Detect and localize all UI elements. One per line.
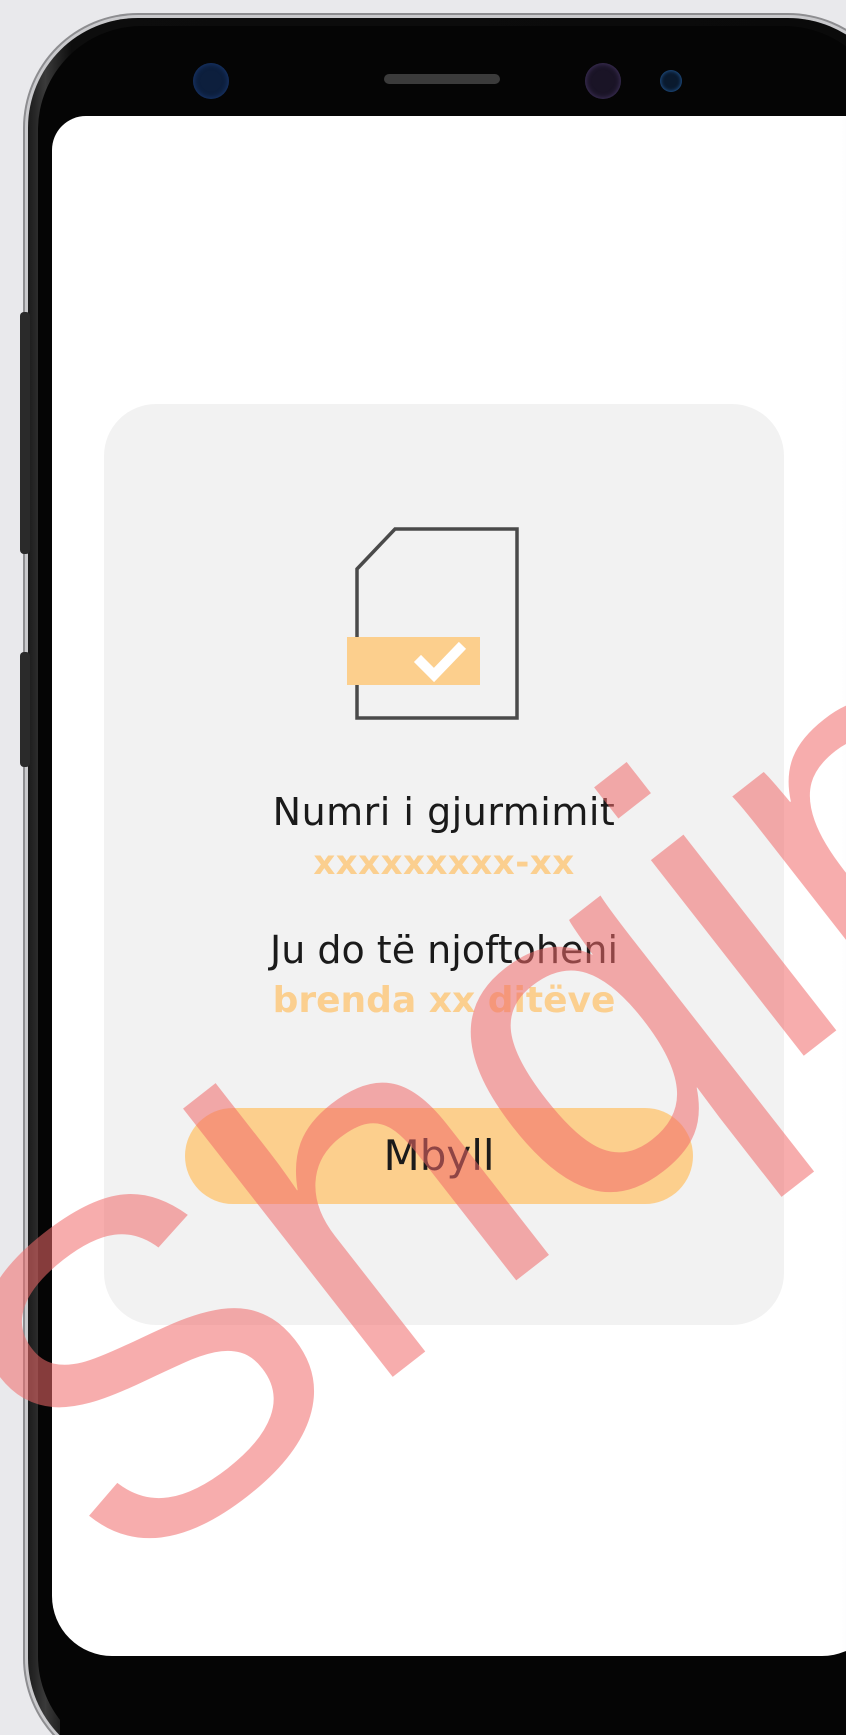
bottom-bezel: [60, 1660, 846, 1735]
tracking-number-label: Numri i gjurmimit: [272, 790, 616, 834]
proximity-sensor: [193, 63, 229, 99]
close-button[interactable]: Mbyll: [185, 1108, 693, 1204]
tracking-number-value: xxxxxxxxx-xx: [313, 843, 575, 883]
volume-button: [20, 312, 30, 554]
bixby-button: [20, 652, 30, 767]
screenshot-stage: Numri i gjurmimit xxxxxxxxx-xx Ju do të …: [0, 0, 846, 1735]
earpiece-speaker: [384, 74, 500, 84]
front-camera: [585, 63, 621, 99]
document-check-icon: [347, 527, 519, 720]
iris-sensor: [660, 70, 682, 92]
notification-label: Ju do të njoftoheni: [269, 928, 619, 972]
curved-screen-edge: [842, 116, 846, 1656]
notification-time: brenda xx ditëve: [272, 980, 616, 1021]
